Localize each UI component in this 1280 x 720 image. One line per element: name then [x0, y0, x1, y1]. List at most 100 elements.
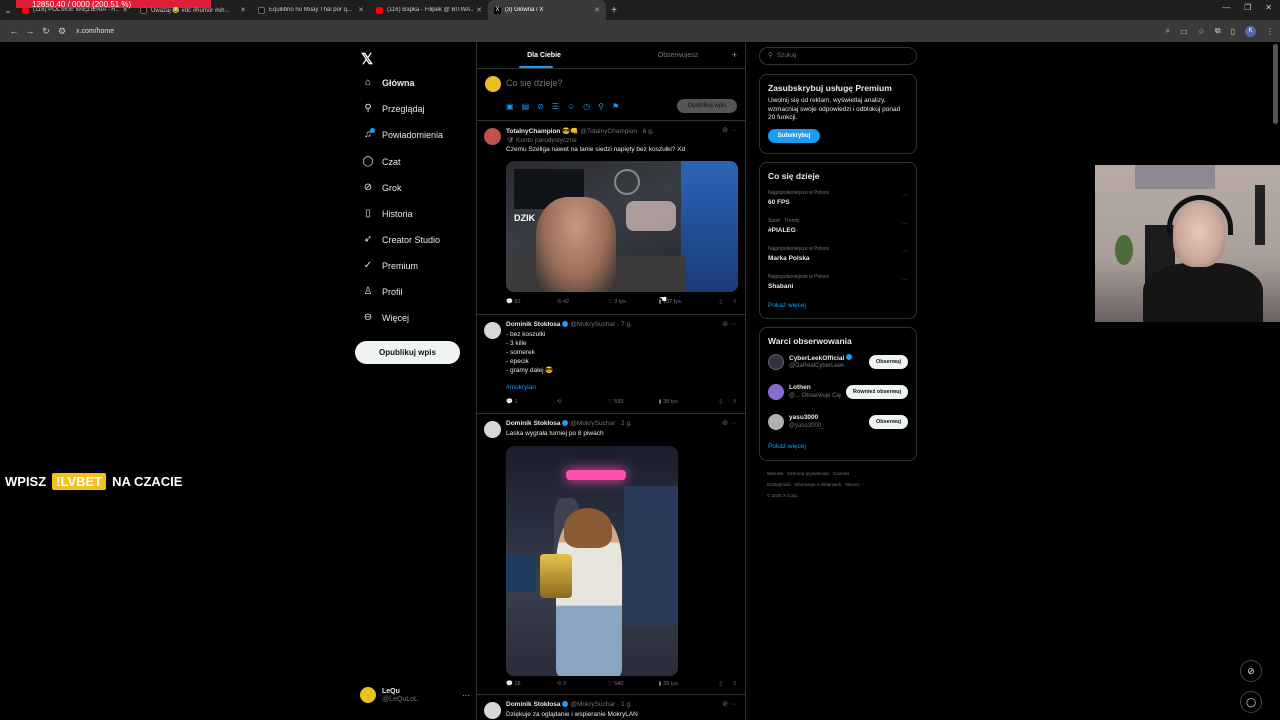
page-scrollbar[interactable]	[1273, 44, 1278, 124]
footer-link[interactable]: Dostępność	[767, 482, 791, 487]
footer-link[interactable]: Cookies	[833, 471, 849, 476]
more-dots-icon[interactable]: ···	[901, 248, 908, 255]
avatar[interactable]	[768, 354, 784, 370]
nav-item-more[interactable]: ⊖ Więcej	[361, 312, 409, 323]
sidepanel-icon[interactable]: ▯	[1231, 27, 1235, 36]
nav-item-creator-studio[interactable]: ➶ Creator Studio	[361, 234, 440, 245]
bookmark-icon[interactable]: ▯	[719, 681, 722, 687]
show-more-link[interactable]: Pokaż więcej	[768, 443, 908, 450]
site-info-icon[interactable]: ⚙	[54, 26, 70, 37]
gif-icon[interactable]: ▤	[522, 102, 530, 111]
nav-item-home[interactable]: ⌂ Główna	[361, 77, 415, 88]
footer-link[interactable]: Ochrona prywatności	[787, 471, 829, 476]
tweet[interactable]: Dominik Stokłosa @MokrySuchar · 2 g. ⊘ ·…	[477, 414, 745, 695]
extensions-icon[interactable]: ⧉	[1215, 26, 1221, 36]
like-button[interactable]: ♡ 3 tys.	[608, 299, 659, 305]
media-icon[interactable]: ▣	[506, 102, 514, 111]
grok-icon[interactable]: ⊘	[537, 102, 544, 111]
footer-link[interactable]: Więcej ···	[845, 482, 864, 487]
like-button[interactable]: ♡ 540	[608, 681, 659, 687]
browser-tab-active[interactable]: X (3) Główna / X ✕	[488, 0, 606, 20]
author-name[interactable]: TotalnyChampion 😎👊	[506, 128, 578, 135]
grok-icon[interactable]: ⊘	[722, 127, 728, 134]
x-logo-icon[interactable]: 𝕏	[361, 50, 373, 68]
follow-back-button[interactable]: Również obserwuj	[846, 385, 908, 399]
repost-button[interactable]: ⟲	[557, 399, 608, 405]
share-icon[interactable]: ⇪	[732, 299, 737, 305]
avatar[interactable]	[484, 702, 501, 719]
flag-icon[interactable]: ⚑	[612, 102, 619, 111]
tweet-media-image[interactable]	[506, 446, 678, 676]
back-icon[interactable]: ←	[6, 26, 22, 36]
browser-tab[interactable]: (116) Bapka - Filipek @ BITWA... ✕	[370, 0, 488, 20]
reload-icon[interactable]: ↻	[38, 26, 54, 37]
footer-link[interactable]: Informacje o reklamach	[795, 482, 842, 487]
reply-button[interactable]: 💬 1	[506, 399, 557, 405]
share-icon[interactable]: ⇪	[732, 681, 737, 687]
tab-search-icon[interactable]: ⌄	[0, 5, 16, 16]
messages-fab-icon[interactable]: ◯	[1240, 691, 1262, 713]
more-dots-icon[interactable]: ···	[462, 691, 470, 700]
profile-avatar[interactable]: K	[1245, 25, 1256, 37]
account-switcher[interactable]: LeQu @LeQuLoL ···	[360, 687, 470, 703]
grok-icon[interactable]: ⊘	[722, 321, 728, 328]
search-input[interactable]: ⚲ Szukaj	[759, 47, 917, 65]
nav-item-notifications[interactable]: ♫ Powiadomienia	[361, 128, 443, 140]
avatar[interactable]	[768, 414, 784, 430]
grok-fab-icon[interactable]: ⊘	[1240, 660, 1262, 682]
compose-input[interactable]: Co się dzieje?	[506, 78, 563, 88]
grok-icon[interactable]: ⊘	[722, 420, 728, 427]
forward-icon[interactable]: →	[22, 26, 38, 36]
nav-item-premium[interactable]: ✓ Premium	[361, 260, 418, 271]
author-name[interactable]: Dominik Stokłosa	[506, 701, 561, 708]
author-handle[interactable]: @TotalnyChampion · 6 g.	[580, 128, 653, 135]
nav-item-profile[interactable]: ♙ Profil	[361, 286, 403, 297]
location-icon[interactable]: ⚲	[598, 102, 604, 111]
avatar[interactable]	[484, 322, 501, 339]
tab-following[interactable]: Obserwujesz	[611, 42, 745, 68]
nav-item-grok[interactable]: ⊘ Grok	[361, 182, 402, 193]
minimize-icon[interactable]: —	[1222, 3, 1230, 12]
like-button[interactable]: ♡ 593	[608, 399, 659, 405]
nav-item-chat[interactable]: ◯ Czat	[361, 156, 400, 167]
avatar[interactable]	[484, 421, 501, 438]
hashtag-link[interactable]: #mokrylan	[506, 383, 553, 392]
bookmark-icon[interactable]: ▯	[719, 299, 722, 305]
schedule-icon[interactable]: ◷	[583, 102, 590, 111]
more-dots-icon[interactable]: ···	[901, 276, 908, 283]
new-tab-icon[interactable]: +	[606, 5, 622, 16]
author-handle[interactable]: @MokrySuchar · 7 g.	[570, 321, 632, 328]
close-tab-icon[interactable]: ✕	[358, 6, 364, 14]
follow-button[interactable]: Obserwuj	[868, 415, 908, 429]
reply-button[interactable]: 💬 82	[506, 299, 557, 305]
cast-icon[interactable]: ▭	[1180, 27, 1188, 36]
tweet-media-image[interactable]: DZIK	[506, 161, 738, 292]
subscribe-button[interactable]: Subskrybuj	[768, 128, 820, 143]
trend-item[interactable]: Najpopularniejsze w Polsce 60 FPS ···	[768, 186, 908, 214]
more-dots-icon[interactable]: ···	[730, 701, 737, 708]
maximize-icon[interactable]: ❐	[1244, 3, 1251, 12]
views-button[interactable]: ▮ 39 tys.	[659, 681, 710, 687]
close-window-icon[interactable]: ✕	[1265, 3, 1272, 12]
browser-tab[interactable]: Uważaj 😂 #dc #humor #sh... ✕	[134, 0, 252, 20]
reply-button[interactable]: 💬 18	[506, 681, 557, 687]
bookmark-star-icon[interactable]: ☆	[1198, 27, 1205, 36]
close-tab-icon[interactable]: ✕	[240, 6, 246, 14]
trend-item[interactable]: Najpopularniejsze w Polsce Marka Polska ··…	[768, 242, 908, 270]
avatar[interactable]	[768, 384, 784, 400]
more-dots-icon[interactable]: ···	[901, 192, 908, 199]
follow-suggestion[interactable]: Lothen @... Obserwuje Cię Również obserw…	[768, 379, 908, 409]
tab-for-you[interactable]: Dla Ciebie	[477, 42, 611, 68]
nav-item-explore[interactable]: ⚲ Przeglądaj	[361, 103, 424, 114]
browser-tab[interactable]: Equilibrio no Muay Thai por q... ✕	[252, 0, 370, 20]
nav-item-history[interactable]: ▯ Historia	[361, 208, 412, 219]
avatar[interactable]	[484, 128, 501, 145]
author-name[interactable]: Dominik Stokłosa	[506, 321, 561, 328]
show-more-link[interactable]: Pokaż więcej	[768, 302, 908, 309]
close-tab-icon[interactable]: ✕	[476, 6, 482, 14]
url-field[interactable]: x.com/home	[76, 28, 1166, 35]
bookmark-icon[interactable]: ▯	[719, 399, 722, 405]
repost-button[interactable]: ⟲ 3	[557, 681, 608, 687]
footer-link[interactable]: Warunki	[767, 471, 783, 476]
more-dots-icon[interactable]: ···	[730, 420, 737, 427]
